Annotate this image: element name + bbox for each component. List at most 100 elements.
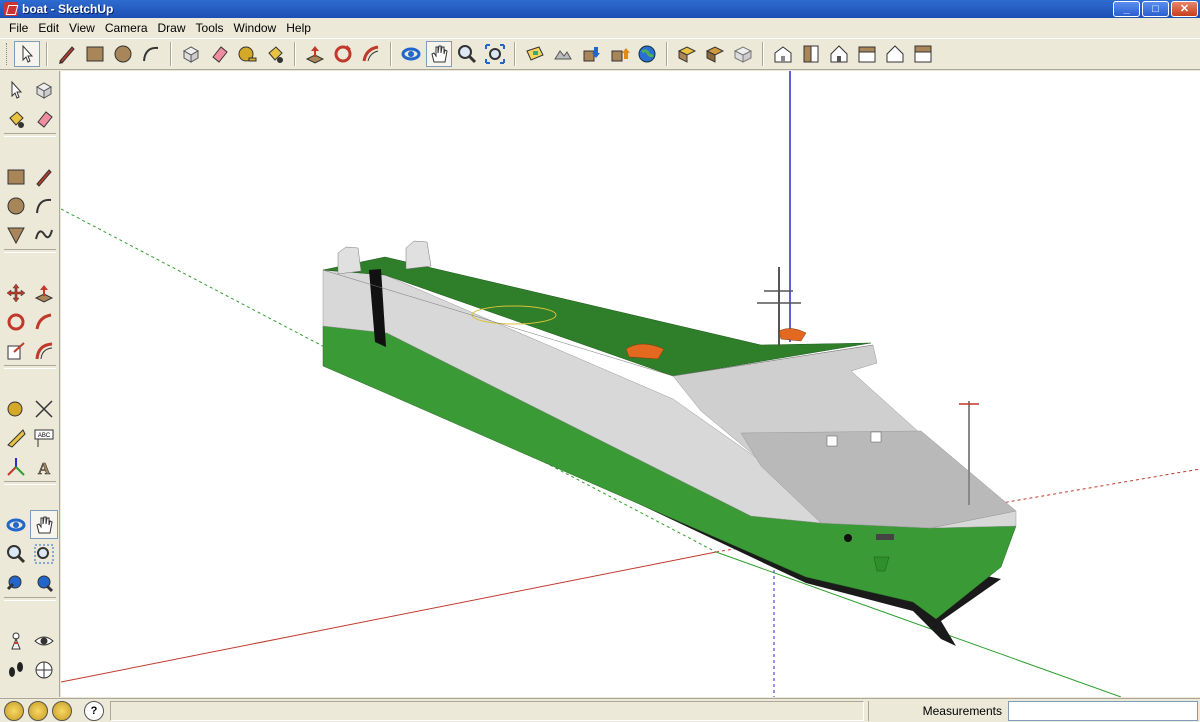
front-view-button[interactable] xyxy=(826,41,852,67)
orbit-tool-button[interactable] xyxy=(398,41,424,67)
share-model-button[interactable] xyxy=(606,41,632,67)
photo-texture-icon xyxy=(677,46,697,63)
zoom-tool-button[interactable] xyxy=(2,539,30,568)
follow-me-button[interactable] xyxy=(30,307,58,336)
move-tool-button[interactable] xyxy=(2,278,30,307)
3d-text-tool-button[interactable]: A xyxy=(30,452,58,481)
measurements-input[interactable] xyxy=(1008,700,1198,721)
menu-camera[interactable]: Camera xyxy=(100,21,153,35)
zoom-extents-button[interactable] xyxy=(30,568,58,597)
pan-tool-button[interactable] xyxy=(426,41,452,67)
paint-bucket-button[interactable] xyxy=(262,41,288,67)
dimension-icon xyxy=(35,399,53,418)
orbit-icon xyxy=(401,47,421,61)
circle-icon xyxy=(7,197,25,214)
menu-window[interactable]: Window xyxy=(229,21,282,35)
eraser-tool-button[interactable] xyxy=(30,104,58,133)
paint-bucket-icon xyxy=(268,46,283,63)
pencil-tool-button[interactable] xyxy=(30,162,58,191)
get-models-icon xyxy=(583,47,600,62)
window-controls: _ □ ✕ xyxy=(1113,1,1198,17)
close-button[interactable]: ✕ xyxy=(1171,1,1198,17)
status-message xyxy=(110,700,864,721)
make-component-button[interactable] xyxy=(178,41,204,67)
maximize-button[interactable]: □ xyxy=(1142,1,1169,17)
arc-tool-button[interactable] xyxy=(138,41,164,67)
circle-tool-button[interactable] xyxy=(2,191,30,220)
orbit-tool-button[interactable] xyxy=(2,510,30,539)
toggle-terrain-button[interactable] xyxy=(550,41,576,67)
rotate-tool-button[interactable] xyxy=(2,307,30,336)
follow-me-button[interactable] xyxy=(358,41,384,67)
offset-tool-button[interactable] xyxy=(30,336,58,365)
protractor-tool-button[interactable] xyxy=(2,423,30,452)
component-icon xyxy=(182,46,200,63)
share-component-button[interactable] xyxy=(702,41,728,67)
ship-model-scene[interactable] xyxy=(61,71,1200,697)
help-button[interactable]: ? xyxy=(84,700,104,721)
toolbar-grip[interactable] xyxy=(6,43,9,65)
zoom-tool-button[interactable] xyxy=(454,41,480,67)
zoom-extents-button[interactable] xyxy=(482,41,508,67)
styles-button[interactable] xyxy=(730,41,756,67)
section-plane-button[interactable] xyxy=(30,655,58,684)
tape-measure-button[interactable] xyxy=(2,394,30,423)
follow-me-icon xyxy=(362,45,379,62)
get-photo-texture-button[interactable] xyxy=(674,41,700,67)
left-view-button[interactable] xyxy=(910,41,936,67)
credits-icon[interactable] xyxy=(28,700,48,721)
menu-draw[interactable]: Draw xyxy=(153,21,191,35)
add-location-icon xyxy=(526,46,544,61)
geo-location-icon[interactable] xyxy=(4,700,24,721)
sketchup-app-icon[interactable] xyxy=(4,2,18,16)
terrain-icon xyxy=(554,50,572,60)
make-component-button[interactable] xyxy=(30,75,58,104)
freehand-icon xyxy=(35,229,53,239)
polygon-tool-button[interactable] xyxy=(2,220,30,249)
rectangle-tool-button[interactable] xyxy=(2,162,30,191)
dimension-tool-button[interactable] xyxy=(30,394,58,423)
menu-view[interactable]: View xyxy=(64,21,100,35)
axes-tool-button[interactable] xyxy=(2,452,30,481)
pencil-tool-button[interactable] xyxy=(54,41,80,67)
back-view-button[interactable] xyxy=(882,41,908,67)
google-earth-button[interactable] xyxy=(634,41,660,67)
freehand-tool-button[interactable] xyxy=(30,220,58,249)
menu-tools[interactable]: Tools xyxy=(191,21,229,35)
toolbar-separator xyxy=(514,42,516,66)
add-location-button[interactable] xyxy=(522,41,548,67)
zoom-window-button[interactable] xyxy=(30,539,58,568)
section-plane-icon xyxy=(35,661,53,678)
tape-measure-button[interactable] xyxy=(234,41,260,67)
rotate-tool-button[interactable] xyxy=(330,41,356,67)
look-around-button[interactable] xyxy=(30,626,58,655)
text-tool-button[interactable]: ABC xyxy=(30,423,58,452)
right-view-button[interactable] xyxy=(854,41,880,67)
position-camera-button[interactable] xyxy=(2,626,30,655)
offset-icon xyxy=(35,342,53,359)
pan-tool-button[interactable] xyxy=(30,510,58,539)
menu-help[interactable]: Help xyxy=(281,21,316,35)
menu-edit[interactable]: Edit xyxy=(33,21,64,35)
push-pull-button[interactable] xyxy=(302,41,328,67)
select-tool-button[interactable] xyxy=(2,75,30,104)
minimize-button[interactable]: _ xyxy=(1113,1,1140,17)
styles-icon xyxy=(733,46,753,63)
get-models-button[interactable] xyxy=(578,41,604,67)
scale-tool-button[interactable] xyxy=(2,336,30,365)
zoom-window-icon xyxy=(34,544,54,563)
select-tool-button[interactable] xyxy=(14,41,40,67)
circle-tool-button[interactable] xyxy=(110,41,136,67)
paint-bucket-button[interactable] xyxy=(2,104,30,133)
previous-view-button[interactable] xyxy=(2,568,30,597)
iso-view-button[interactable] xyxy=(770,41,796,67)
user-icon[interactable] xyxy=(52,700,72,721)
eraser-tool-button[interactable] xyxy=(206,41,232,67)
menu-file[interactable]: File xyxy=(4,21,33,35)
arc-tool-button[interactable] xyxy=(30,191,58,220)
push-pull-button[interactable] xyxy=(30,278,58,307)
top-view-button[interactable] xyxy=(798,41,824,67)
rectangle-tool-button[interactable] xyxy=(82,41,108,67)
model-viewport[interactable] xyxy=(61,71,1200,697)
walk-tool-button[interactable] xyxy=(2,655,30,684)
